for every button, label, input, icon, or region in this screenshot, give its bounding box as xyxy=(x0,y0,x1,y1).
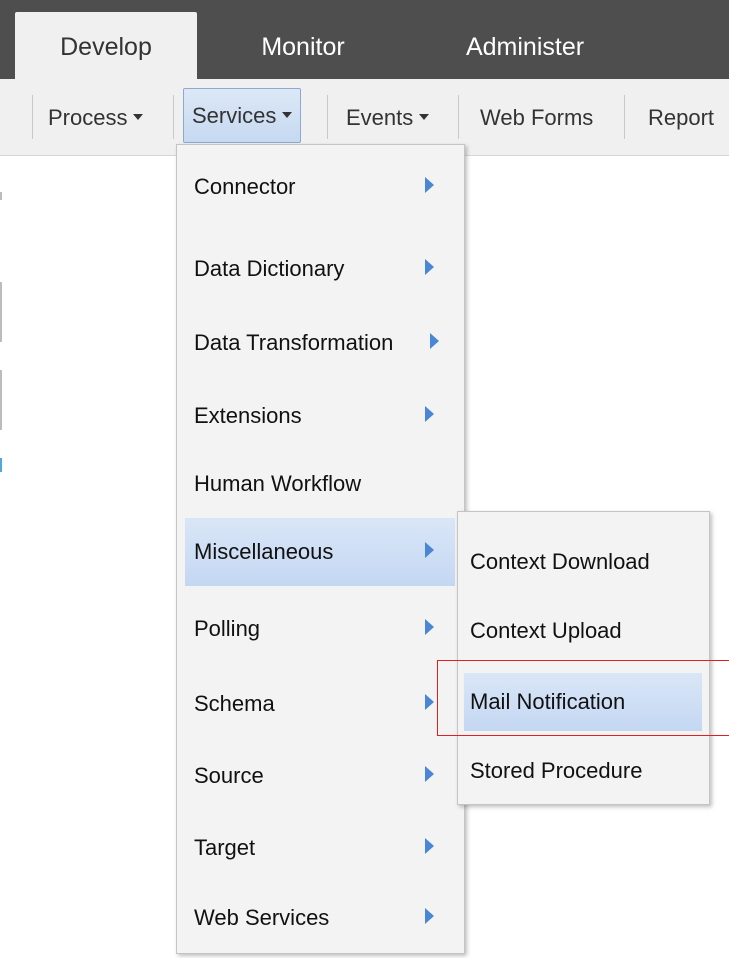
menu-item-extensions[interactable]: Extensions xyxy=(185,382,455,450)
chevron-right-icon xyxy=(425,406,434,422)
nav-process-label: Process xyxy=(48,105,128,130)
nav-separator xyxy=(32,95,33,139)
top-tab-bar: Develop Monitor Administer xyxy=(0,0,729,79)
chevron-right-icon xyxy=(425,908,434,924)
submenu-item-context-upload[interactable]: Context Upload xyxy=(464,602,702,660)
chevron-right-icon xyxy=(430,333,439,349)
chevron-right-icon xyxy=(425,619,434,635)
menu-item-data-transformation[interactable]: Data Transformation xyxy=(185,309,455,377)
menu-item-data-dictionary[interactable]: Data Dictionary xyxy=(185,235,455,303)
menu-item-label: Data Transformation xyxy=(194,330,394,355)
caret-down-icon xyxy=(419,114,430,121)
chevron-right-icon xyxy=(425,766,434,782)
nav-events-label: Events xyxy=(346,105,414,130)
nav-reports[interactable]: Report xyxy=(648,97,714,139)
menu-item-label: Human Workflow xyxy=(194,471,362,496)
nav-services-menu[interactable]: Services xyxy=(183,88,302,143)
nav-separator xyxy=(327,95,328,139)
app-window: Develop Monitor Administer Process Servi… xyxy=(0,0,729,958)
background-fragment xyxy=(0,192,2,200)
chevron-right-icon xyxy=(425,259,434,275)
submenu-item-stored-procedure[interactable]: Stored Procedure xyxy=(464,742,702,800)
menu-item-connector[interactable]: Connector xyxy=(185,153,455,221)
menu-item-label: Source xyxy=(194,763,264,788)
services-dropdown-menu: Connector Data Dictionary Data Transform… xyxy=(176,144,465,954)
submenu-item-context-download[interactable]: Context Download xyxy=(464,533,702,591)
nav-separator xyxy=(624,95,625,139)
nav-separator xyxy=(173,95,174,139)
tab-administer[interactable]: Administer xyxy=(435,12,615,79)
chevron-right-icon xyxy=(425,838,434,854)
background-fragment xyxy=(0,370,2,430)
menu-item-label: Data Dictionary xyxy=(194,256,345,281)
submenu-item-mail-notification[interactable]: Mail Notification xyxy=(464,673,702,731)
menu-item-target[interactable]: Target xyxy=(185,814,455,882)
menu-item-miscellaneous[interactable]: Miscellaneous xyxy=(185,518,455,586)
background-fragment xyxy=(0,282,2,342)
background-fragment xyxy=(0,458,2,472)
menu-item-label: Extensions xyxy=(194,403,302,428)
caret-down-icon xyxy=(133,114,144,121)
tab-develop[interactable]: Develop xyxy=(15,12,197,79)
chevron-right-icon xyxy=(425,694,434,710)
tab-monitor[interactable]: Monitor xyxy=(228,12,378,79)
nav-events-menu[interactable]: Events xyxy=(346,97,430,139)
nav-separator xyxy=(458,95,459,139)
chevron-right-icon xyxy=(425,177,434,193)
menu-item-source[interactable]: Source xyxy=(185,742,455,810)
miscellaneous-submenu: Context Download Context Upload Mail Not… xyxy=(457,511,710,805)
menu-item-label: Web Services xyxy=(194,905,330,930)
menu-item-label: Schema xyxy=(194,691,275,716)
menu-item-label: Miscellaneous xyxy=(194,539,334,564)
nav-process-menu[interactable]: Process xyxy=(48,97,144,139)
menu-item-web-services[interactable]: Web Services xyxy=(185,884,455,952)
caret-down-icon xyxy=(282,112,293,119)
chevron-right-icon xyxy=(425,542,434,558)
menu-item-label: Connector xyxy=(194,174,296,199)
menu-item-label: Target xyxy=(194,835,256,860)
nav-web-forms[interactable]: Web Forms xyxy=(480,97,593,139)
nav-services-label: Services xyxy=(192,103,277,128)
menu-item-polling[interactable]: Polling xyxy=(185,595,455,663)
menu-item-human-workflow[interactable]: Human Workflow xyxy=(185,450,455,518)
menu-item-schema[interactable]: Schema xyxy=(185,670,455,738)
menu-item-label: Polling xyxy=(194,616,261,641)
